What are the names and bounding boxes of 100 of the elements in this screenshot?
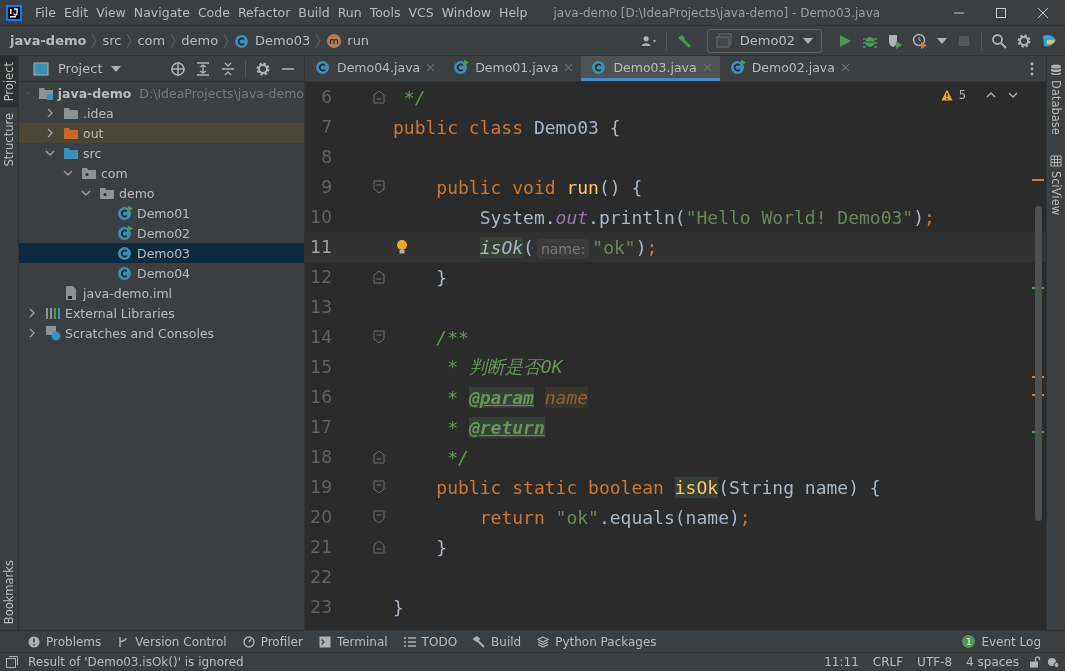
menu-item[interactable]: Navigate <box>129 5 194 20</box>
close-icon[interactable] <box>1037 6 1049 19</box>
search-icon[interactable] <box>991 32 1007 49</box>
tree-item[interactable]: com <box>19 163 304 183</box>
inspector-icon[interactable] <box>1047 656 1059 668</box>
editor-tab[interactable]: Demo02.java <box>719 56 858 81</box>
menu-item[interactable]: View <box>92 5 130 20</box>
menu-item[interactable]: Run <box>333 5 366 20</box>
menu-item[interactable]: Help <box>495 5 532 20</box>
chevron-right-icon[interactable] <box>27 328 37 338</box>
fold-marker-icon[interactable] <box>373 270 385 284</box>
tool-window-button[interactable]: Terminal <box>312 631 394 652</box>
tool-window-button[interactable]: Profiler <box>236 631 309 652</box>
fold-marker-icon[interactable] <box>373 330 385 344</box>
tool-window-button[interactable]: Database <box>1047 56 1065 147</box>
tool-window-button[interactable]: TODO <box>397 631 464 652</box>
crosshair-icon[interactable] <box>170 60 186 77</box>
fold-marker-icon[interactable] <box>373 480 385 494</box>
tree-item[interactable]: Demo02 <box>19 223 304 243</box>
tree-item[interactable]: External Libraries <box>19 303 304 323</box>
menu-item[interactable]: File <box>31 5 60 20</box>
chevron-right-icon[interactable] <box>45 108 55 118</box>
warning-icon[interactable] <box>940 89 953 101</box>
settings-icon[interactable] <box>255 60 271 77</box>
problems-count[interactable]: 5 <box>958 88 966 102</box>
chevron-down-icon[interactable] <box>1008 90 1018 100</box>
menu-item[interactable]: Build <box>294 5 334 20</box>
panel-toggle-icon[interactable] <box>6 656 18 668</box>
tree-item[interactable]: demo <box>19 183 304 203</box>
collapse-all-icon[interactable] <box>220 60 236 77</box>
status-item[interactable]: 4 spaces <box>962 655 1023 669</box>
breadcrumb[interactable]: java-demo <box>10 33 87 48</box>
tree-item[interactable]: java-demo D:\IdeaProjects\java-demo <box>19 83 304 103</box>
expand-all-icon[interactable] <box>195 60 211 77</box>
run-icon[interactable] <box>837 32 853 49</box>
chevron-right-icon[interactable] <box>45 128 55 138</box>
fold-marker-icon[interactable] <box>373 90 385 104</box>
event-log-button[interactable]: 1 Event Log <box>956 631 1047 652</box>
fold-marker-icon[interactable] <box>373 510 385 524</box>
editor-tab[interactable]: Demo01.java <box>443 56 582 81</box>
status-item[interactable]: 11:11 <box>820 655 863 669</box>
tool-window-button[interactable]: Build <box>467 631 528 652</box>
more-icon[interactable] <box>1030 61 1034 76</box>
tree-item[interactable]: .idea <box>19 103 304 123</box>
tree-item[interactable]: Demo03 <box>19 243 304 263</box>
dropdown-arrow-icon[interactable] <box>111 65 122 72</box>
tool-window-button[interactable]: SciView <box>1047 146 1065 227</box>
tree-item[interactable]: java-demo.iml <box>19 283 304 303</box>
tree-item[interactable]: Demo04 <box>19 263 304 283</box>
breadcrumb[interactable]: demo <box>181 33 219 48</box>
chevron-up-icon[interactable] <box>986 90 996 100</box>
chevron-down-icon[interactable] <box>81 188 91 198</box>
fold-marker-icon[interactable] <box>373 450 385 464</box>
menu-item[interactable]: Refactor <box>233 5 295 20</box>
editor-tab[interactable]: Demo03.java <box>581 56 720 81</box>
code-line: public void run() { <box>435 176 643 198</box>
status-item[interactable]: CRLF <box>868 655 908 669</box>
tool-window-button[interactable]: Project <box>0 56 18 108</box>
chevron-right-icon <box>315 32 322 49</box>
dropdown-arrow-icon[interactable] <box>937 37 947 44</box>
editor-tab[interactable]: Demo04.java <box>305 56 444 81</box>
breadcrumb[interactable]: Demo03 <box>255 33 311 48</box>
profiler-icon[interactable] <box>912 32 928 49</box>
plugin-logo-icon[interactable] <box>1041 32 1057 49</box>
breadcrumb[interactable]: run <box>347 33 370 48</box>
status-item[interactable]: UTF-8 <box>913 655 957 669</box>
tool-window-button[interactable]: Structure <box>0 107 18 173</box>
app-logo-icon <box>6 4 22 21</box>
unlocked-icon[interactable] <box>1029 656 1041 668</box>
chevron-down-icon[interactable] <box>63 168 73 178</box>
panel-title[interactable]: Project <box>58 61 103 76</box>
maximize-icon[interactable] <box>995 6 1007 19</box>
menu-item[interactable]: Tools <box>365 5 405 20</box>
lightbulb-icon[interactable] <box>396 239 408 255</box>
settings-icon[interactable] <box>1016 32 1032 49</box>
chevron-right-icon[interactable] <box>27 308 37 318</box>
folder-icon <box>63 105 79 121</box>
tool-window-button[interactable]: Version Control <box>111 631 233 652</box>
tree-item[interactable]: out <box>19 123 304 143</box>
scrollbar-thumb[interactable] <box>1035 206 1042 521</box>
code-line: return "ok".equals(name); <box>478 506 751 528</box>
tree-item[interactable]: Scratches and Consoles <box>19 323 304 343</box>
tool-window-button[interactable]: Problems <box>22 631 108 652</box>
info-icon <box>28 635 40 648</box>
fold-marker-icon[interactable] <box>373 540 385 554</box>
tree-item[interactable]: src <box>19 143 304 163</box>
breadcrumb[interactable]: com <box>137 33 166 48</box>
breadcrumb[interactable]: src <box>102 33 122 48</box>
menu-item[interactable]: Window <box>437 5 495 20</box>
tool-window-button[interactable]: Python Packages <box>531 631 663 652</box>
chevron-right-icon <box>91 32 98 49</box>
coverage-icon[interactable] <box>887 32 903 49</box>
menu-item[interactable]: VCS <box>404 5 438 20</box>
menu-item[interactable]: Code <box>193 5 234 20</box>
run-configuration-dropdown[interactable]: Demo02 <box>706 28 822 53</box>
tool-window-button[interactable]: Bookmarks <box>0 553 18 630</box>
tree-item[interactable]: Demo01 <box>19 203 304 223</box>
fold-marker-icon[interactable] <box>373 180 385 194</box>
menu-item[interactable]: Edit <box>59 5 93 20</box>
chevron-down-icon[interactable] <box>45 148 55 158</box>
